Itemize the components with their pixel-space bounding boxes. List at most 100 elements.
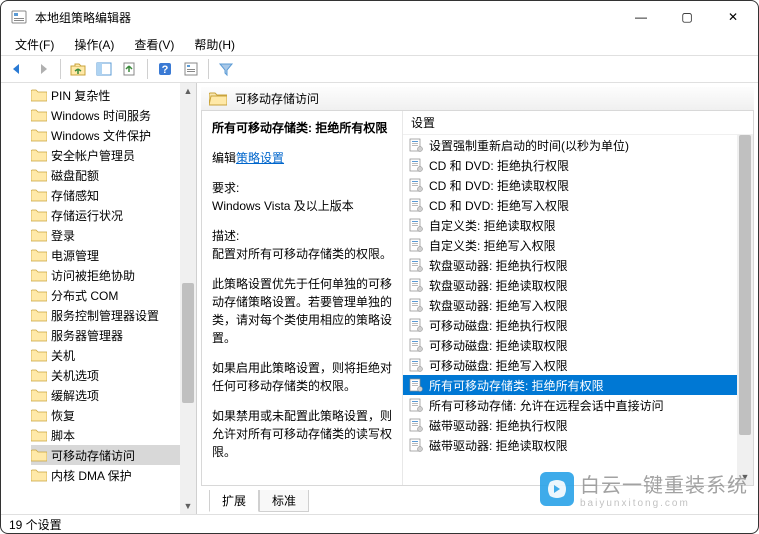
tree-item[interactable]: 存储运行状况: [31, 205, 196, 225]
back-button[interactable]: [5, 57, 29, 81]
tree-scrollbar[interactable]: ▲ ▼: [180, 83, 196, 514]
setting-item-label: 自定义类: 拒绝读取权限: [429, 217, 556, 234]
requirements-value: Windows Vista 及以上版本: [212, 197, 392, 215]
menu-help[interactable]: 帮助(H): [186, 34, 243, 55]
close-button[interactable]: ✕: [710, 2, 756, 32]
tab-standard[interactable]: 标准: [259, 490, 309, 512]
tree-item-label: 存储感知: [51, 187, 99, 204]
tree-item[interactable]: Windows 时间服务: [31, 105, 196, 125]
tree-item-label: 登录: [51, 227, 75, 244]
statusbar: 19 个设置: [1, 514, 758, 534]
menu-file[interactable]: 文件(F): [7, 34, 62, 55]
setting-item[interactable]: CD 和 DVD: 拒绝执行权限: [403, 155, 737, 175]
tree-item[interactable]: 访问被拒绝协助: [31, 265, 196, 285]
setting-item[interactable]: 自定义类: 拒绝写入权限: [403, 235, 737, 255]
tree-item-label: Windows 时间服务: [51, 107, 151, 124]
setting-item[interactable]: CD 和 DVD: 拒绝写入权限: [403, 195, 737, 215]
maximize-button[interactable]: ▢: [664, 2, 710, 32]
settings-column-header[interactable]: 设置: [403, 111, 753, 135]
tree-item[interactable]: 缓解选项: [31, 385, 196, 405]
tree-item[interactable]: PIN 复杂性: [31, 85, 196, 105]
tree-item-label: Windows 文件保护: [51, 127, 151, 144]
settings-list[interactable]: 设置强制重新启动的时间(以秒为单位) CD 和 DVD: 拒绝执行权限 CD 和 D…: [403, 135, 737, 485]
setting-item-label: 软盘驱动器: 拒绝写入权限: [429, 297, 568, 314]
tree-item[interactable]: 磁盘配额: [31, 165, 196, 185]
tree-item-label: 恢复: [51, 407, 75, 424]
tab-extended[interactable]: 扩展: [209, 490, 259, 512]
tree-item[interactable]: 服务器管理器: [31, 325, 196, 345]
setting-item-label: 磁带驱动器: 拒绝读取权限: [429, 437, 568, 454]
forward-button[interactable]: [31, 57, 55, 81]
tree-item[interactable]: 分布式 COM: [31, 285, 196, 305]
setting-item[interactable]: 软盘驱动器: 拒绝写入权限: [403, 295, 737, 315]
setting-item-label: CD 和 DVD: 拒绝写入权限: [429, 197, 569, 214]
up-button[interactable]: [66, 57, 90, 81]
setting-item[interactable]: 软盘驱动器: 拒绝读取权限: [403, 275, 737, 295]
tree-item-label: 缓解选项: [51, 387, 99, 404]
tree-item-label: 关机选项: [51, 367, 99, 384]
tree-item-label: 磁盘配额: [51, 167, 99, 184]
export-button[interactable]: [118, 57, 142, 81]
tree-item-label: 访问被拒绝协助: [51, 267, 135, 284]
minimize-button[interactable]: —: [618, 2, 664, 32]
description-label: 描述:: [212, 227, 392, 245]
setting-item[interactable]: 软盘驱动器: 拒绝执行权限: [403, 255, 737, 275]
setting-item-label: 设置强制重新启动的时间(以秒为单位): [429, 137, 629, 154]
filter-button[interactable]: [214, 57, 238, 81]
tree-item[interactable]: 安全帐户管理员: [31, 145, 196, 165]
tree-item[interactable]: 脚本: [31, 425, 196, 445]
setting-item-label: 软盘驱动器: 拒绝执行权限: [429, 257, 568, 274]
properties-button[interactable]: [179, 57, 203, 81]
setting-item[interactable]: CD 和 DVD: 拒绝读取权限: [403, 175, 737, 195]
tree-item-label: 内核 DMA 保护: [51, 467, 132, 484]
tree-item[interactable]: 关机: [31, 345, 196, 365]
settings-scrollbar[interactable]: ▼: [737, 135, 753, 485]
tree-item-label: 存储运行状况: [51, 207, 123, 224]
setting-item-label: 软盘驱动器: 拒绝读取权限: [429, 277, 568, 294]
tree-item-label: 脚本: [51, 427, 75, 444]
tree-item-label: PIN 复杂性: [51, 87, 110, 104]
menu-view[interactable]: 查看(V): [126, 34, 182, 55]
edit-policy-link[interactable]: 策略设置: [236, 151, 284, 165]
edit-policy-link-row: 编辑策略设置: [212, 149, 392, 167]
setting-item-label: CD 和 DVD: 拒绝执行权限: [429, 157, 569, 174]
menu-action[interactable]: 操作(A): [66, 34, 122, 55]
svg-text:?: ?: [162, 64, 169, 76]
setting-item[interactable]: 磁带驱动器: 拒绝执行权限: [403, 415, 737, 435]
tree-item[interactable]: 服务控制管理器设置: [31, 305, 196, 325]
tree-item[interactable]: 登录: [31, 225, 196, 245]
tree-view[interactable]: PIN 复杂性 Windows 时间服务 Windows 文件保护安全帐户管理员磁盘…: [1, 83, 196, 487]
setting-item[interactable]: 可移动磁盘: 拒绝读取权限: [403, 335, 737, 355]
setting-item[interactable]: 磁带驱动器: 拒绝读取权限: [403, 435, 737, 455]
setting-item[interactable]: 可移动磁盘: 拒绝写入权限: [403, 355, 737, 375]
setting-item[interactable]: 设置强制重新启动的时间(以秒为单位): [403, 135, 737, 155]
setting-item[interactable]: 自定义类: 拒绝读取权限: [403, 215, 737, 235]
tree-item[interactable]: 内核 DMA 保护: [31, 465, 196, 485]
tree-item[interactable]: Windows 文件保护: [31, 125, 196, 145]
setting-item-label: 可移动磁盘: 拒绝执行权限: [429, 317, 568, 334]
tree-item[interactable]: 关机选项: [31, 365, 196, 385]
window-title: 本地组策略编辑器: [35, 9, 618, 26]
tree-item[interactable]: 可移动存储访问: [31, 445, 196, 465]
setting-item-label: 自定义类: 拒绝写入权限: [429, 237, 556, 254]
detail-header-title: 可移动存储访问: [235, 90, 319, 107]
setting-item[interactable]: 可移动磁盘: 拒绝执行权限: [403, 315, 737, 335]
tree-item[interactable]: 恢复: [31, 405, 196, 425]
tree-item-label: 关机: [51, 347, 75, 364]
setting-item[interactable]: 所有可移动存储: 允许在远程会话中直接访问: [403, 395, 737, 415]
help-button[interactable]: ?: [153, 57, 177, 81]
description-para-2: 如果启用此策略设置，则将拒绝对任何可移动存储类的权限。: [212, 359, 392, 395]
tree-item-label: 服务控制管理器设置: [51, 307, 159, 324]
setting-item-label: CD 和 DVD: 拒绝读取权限: [429, 177, 569, 194]
app-icon: [11, 9, 27, 25]
folder-icon: [209, 92, 227, 106]
tree-item-label: 服务器管理器: [51, 327, 123, 344]
tree-item-label: 电源管理: [51, 247, 99, 264]
setting-item-label: 可移动磁盘: 拒绝读取权限: [429, 337, 568, 354]
description-para-1: 此策略设置优先于任何单独的可移动存储策略设置。若要管理单独的类，请对每个类使用相…: [212, 275, 392, 347]
tree-item[interactable]: 存储感知: [31, 185, 196, 205]
show-hide-tree-button[interactable]: [92, 57, 116, 81]
setting-item[interactable]: 所有可移动存储类: 拒绝所有权限: [403, 375, 737, 395]
selected-policy-title: 所有可移动存储类: 拒绝所有权限: [212, 119, 392, 137]
tree-item[interactable]: 电源管理: [31, 245, 196, 265]
